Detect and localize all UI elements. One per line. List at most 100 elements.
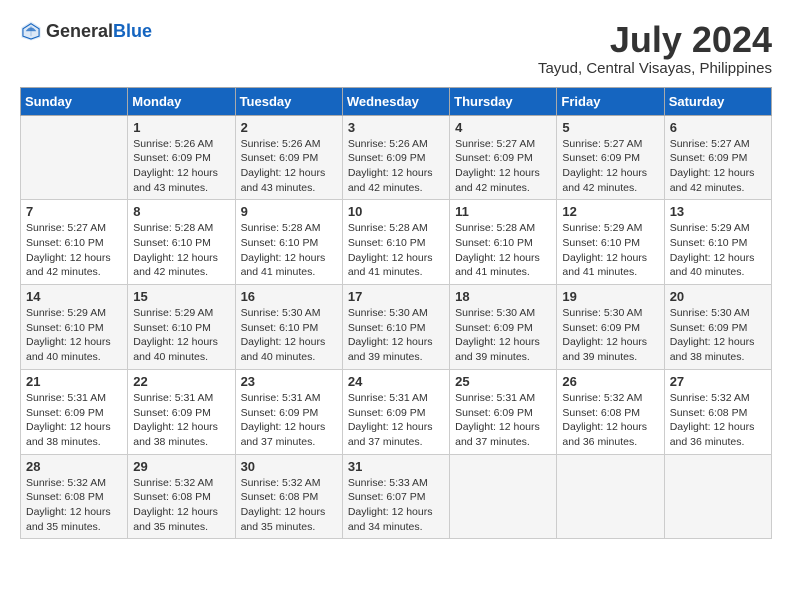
calendar-week-5: 28 Sunrise: 5:32 AMSunset: 6:08 PMDayligh…	[21, 454, 772, 539]
day-number: 22	[133, 374, 229, 389]
day-number: 31	[348, 459, 444, 474]
calendar-cell: 28 Sunrise: 5:32 AMSunset: 6:08 PMDayligh…	[21, 454, 128, 539]
day-number: 5	[562, 120, 658, 135]
day-number: 3	[348, 120, 444, 135]
day-detail: Sunrise: 5:32 AMSunset: 6:08 PMDaylight:…	[562, 391, 658, 450]
calendar-cell: 8 Sunrise: 5:28 AMSunset: 6:10 PMDaylight…	[128, 200, 235, 285]
logo: GeneralBlue	[20, 20, 152, 42]
title-section: July 2024 Tayud, Central Visayas, Philip…	[538, 20, 772, 77]
calendar-cell: 25 Sunrise: 5:31 AMSunset: 6:09 PMDayligh…	[450, 369, 557, 454]
location-subtitle: Tayud, Central Visayas, Philippines	[538, 60, 772, 77]
calendar-cell: 27 Sunrise: 5:32 AMSunset: 6:08 PMDayligh…	[664, 369, 771, 454]
page-header: GeneralBlue July 2024 Tayud, Central Vis…	[20, 20, 772, 77]
day-number: 16	[241, 289, 337, 304]
day-detail: Sunrise: 5:30 AMSunset: 6:09 PMDaylight:…	[670, 306, 766, 365]
logo-blue: Blue	[113, 21, 152, 41]
calendar-cell: 6Sunrise: 5:27 AMSunset: 6:09 PMDaylight…	[664, 115, 771, 200]
calendar-cell: 1 Sunrise: 5:26 AMSunset: 6:09 PMDaylight…	[128, 115, 235, 200]
calendar-cell: 22Sunrise: 5:31 AMSunset: 6:09 PMDayligh…	[128, 369, 235, 454]
day-number: 14	[26, 289, 122, 304]
day-detail: Sunrise: 5:32 AMSunset: 6:08 PMDaylight:…	[133, 476, 229, 535]
day-number: 15	[133, 289, 229, 304]
day-detail: Sunrise: 5:32 AMSunset: 6:08 PMDaylight:…	[670, 391, 766, 450]
calendar-cell: 14Sunrise: 5:29 AMSunset: 6:10 PMDayligh…	[21, 285, 128, 370]
day-detail: Sunrise: 5:31 AMSunset: 6:09 PMDaylight:…	[26, 391, 122, 450]
day-number: 13	[670, 204, 766, 219]
calendar-cell: 3 Sunrise: 5:26 AMSunset: 6:09 PMDaylight…	[342, 115, 449, 200]
header-day-thursday: Thursday	[450, 87, 557, 115]
calendar-cell: 26Sunrise: 5:32 AMSunset: 6:08 PMDayligh…	[557, 369, 664, 454]
calendar-cell: 24 Sunrise: 5:31 AMSunset: 6:09 PMDayligh…	[342, 369, 449, 454]
day-detail: Sunrise: 5:26 AMSunset: 6:09 PMDaylight:…	[133, 137, 229, 196]
calendar-cell: 23Sunrise: 5:31 AMSunset: 6:09 PMDayligh…	[235, 369, 342, 454]
calendar-cell	[21, 115, 128, 200]
day-detail: Sunrise: 5:31 AMSunset: 6:09 PMDaylight:…	[348, 391, 444, 450]
day-detail: Sunrise: 5:27 AMSunset: 6:09 PMDaylight:…	[562, 137, 658, 196]
calendar-cell: 9Sunrise: 5:28 AMSunset: 6:10 PMDaylight…	[235, 200, 342, 285]
day-detail: Sunrise: 5:26 AMSunset: 6:09 PMDaylight:…	[348, 137, 444, 196]
calendar-cell: 12Sunrise: 5:29 AMSunset: 6:10 PMDayligh…	[557, 200, 664, 285]
logo-text: GeneralBlue	[46, 21, 152, 42]
header-day-tuesday: Tuesday	[235, 87, 342, 115]
day-number: 25	[455, 374, 551, 389]
calendar-cell: 19 Sunrise: 5:30 AMSunset: 6:09 PMDayligh…	[557, 285, 664, 370]
header-day-saturday: Saturday	[664, 87, 771, 115]
calendar-body: 1 Sunrise: 5:26 AMSunset: 6:09 PMDaylight…	[21, 115, 772, 539]
day-number: 7	[26, 204, 122, 219]
calendar-table: SundayMondayTuesdayWednesdayThursdayFrid…	[20, 87, 772, 540]
day-detail: Sunrise: 5:30 AMSunset: 6:10 PMDaylight:…	[348, 306, 444, 365]
day-detail: Sunrise: 5:33 AMSunset: 6:07 PMDaylight:…	[348, 476, 444, 535]
day-number: 10	[348, 204, 444, 219]
day-detail: Sunrise: 5:29 AMSunset: 6:10 PMDaylight:…	[133, 306, 229, 365]
logo-general: General	[46, 21, 113, 41]
day-detail: Sunrise: 5:29 AMSunset: 6:10 PMDaylight:…	[562, 221, 658, 280]
day-number: 6	[670, 120, 766, 135]
day-detail: Sunrise: 5:32 AMSunset: 6:08 PMDaylight:…	[26, 476, 122, 535]
calendar-week-4: 21 Sunrise: 5:31 AMSunset: 6:09 PMDayligh…	[21, 369, 772, 454]
day-number: 24	[348, 374, 444, 389]
calendar-cell: 5 Sunrise: 5:27 AMSunset: 6:09 PMDaylight…	[557, 115, 664, 200]
day-detail: Sunrise: 5:27 AMSunset: 6:10 PMDaylight:…	[26, 221, 122, 280]
day-detail: Sunrise: 5:28 AMSunset: 6:10 PMDaylight:…	[455, 221, 551, 280]
general-blue-logo-icon	[20, 20, 42, 42]
day-number: 28	[26, 459, 122, 474]
calendar-cell: 21 Sunrise: 5:31 AMSunset: 6:09 PMDayligh…	[21, 369, 128, 454]
day-detail: Sunrise: 5:30 AMSunset: 6:10 PMDaylight:…	[241, 306, 337, 365]
day-detail: Sunrise: 5:32 AMSunset: 6:08 PMDaylight:…	[241, 476, 337, 535]
calendar-cell: 17Sunrise: 5:30 AMSunset: 6:10 PMDayligh…	[342, 285, 449, 370]
calendar-header: SundayMondayTuesdayWednesdayThursdayFrid…	[21, 87, 772, 115]
day-number: 23	[241, 374, 337, 389]
day-number: 11	[455, 204, 551, 219]
calendar-cell: 16 Sunrise: 5:30 AMSunset: 6:10 PMDayligh…	[235, 285, 342, 370]
day-number: 21	[26, 374, 122, 389]
calendar-week-1: 1 Sunrise: 5:26 AMSunset: 6:09 PMDaylight…	[21, 115, 772, 200]
day-number: 30	[241, 459, 337, 474]
calendar-cell: 18Sunrise: 5:30 AMSunset: 6:09 PMDayligh…	[450, 285, 557, 370]
day-number: 1	[133, 120, 229, 135]
calendar-cell: 11 Sunrise: 5:28 AMSunset: 6:10 PMDayligh…	[450, 200, 557, 285]
calendar-cell	[664, 454, 771, 539]
calendar-cell: 4Sunrise: 5:27 AMSunset: 6:09 PMDaylight…	[450, 115, 557, 200]
day-detail: Sunrise: 5:28 AMSunset: 6:10 PMDaylight:…	[348, 221, 444, 280]
header-day-wednesday: Wednesday	[342, 87, 449, 115]
calendar-cell: 20Sunrise: 5:30 AMSunset: 6:09 PMDayligh…	[664, 285, 771, 370]
header-row: SundayMondayTuesdayWednesdayThursdayFrid…	[21, 87, 772, 115]
calendar-cell: 15 Sunrise: 5:29 AMSunset: 6:10 PMDayligh…	[128, 285, 235, 370]
day-number: 8	[133, 204, 229, 219]
day-detail: Sunrise: 5:30 AMSunset: 6:09 PMDaylight:…	[562, 306, 658, 365]
calendar-cell: 13 Sunrise: 5:29 AMSunset: 6:10 PMDayligh…	[664, 200, 771, 285]
header-day-sunday: Sunday	[21, 87, 128, 115]
calendar-cell: 29 Sunrise: 5:32 AMSunset: 6:08 PMDayligh…	[128, 454, 235, 539]
day-number: 4	[455, 120, 551, 135]
day-number: 19	[562, 289, 658, 304]
calendar-week-2: 7 Sunrise: 5:27 AMSunset: 6:10 PMDaylight…	[21, 200, 772, 285]
day-number: 27	[670, 374, 766, 389]
calendar-week-3: 14 Sunrise: 5:29 AMSunset: 6:10 PMDayligh…	[21, 285, 772, 370]
day-detail: Sunrise: 5:29 AMSunset: 6:10 PMDaylight:…	[670, 221, 766, 280]
day-detail: Sunrise: 5:31 AMSunset: 6:09 PMDaylight:…	[455, 391, 551, 450]
day-number: 29	[133, 459, 229, 474]
day-detail: Sunrise: 5:28 AMSunset: 6:10 PMDaylight:…	[241, 221, 337, 280]
month-year-title: July 2024	[538, 20, 772, 60]
calendar-cell: 30 Sunrise: 5:32 AMSunset: 6:08 PMDayligh…	[235, 454, 342, 539]
day-detail: Sunrise: 5:28 AMSunset: 6:10 PMDaylight:…	[133, 221, 229, 280]
